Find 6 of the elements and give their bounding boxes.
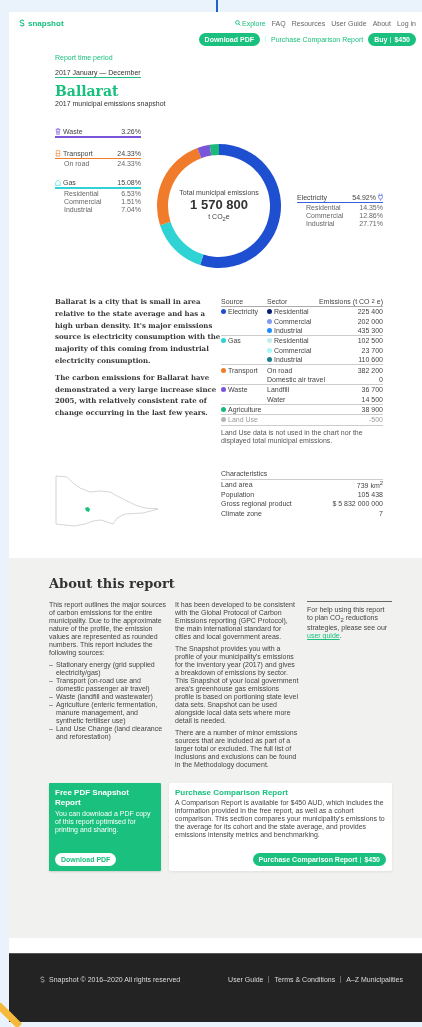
total-value: 1 570 800 [190,197,248,213]
report-title: Ballarat [55,83,120,99]
card-title: Free PDF Snapshot Report [55,788,130,808]
logo-text: snapshot [28,18,64,28]
card-title: Purchase Comparison Report [175,788,289,797]
section-title: About this report [49,575,176,591]
